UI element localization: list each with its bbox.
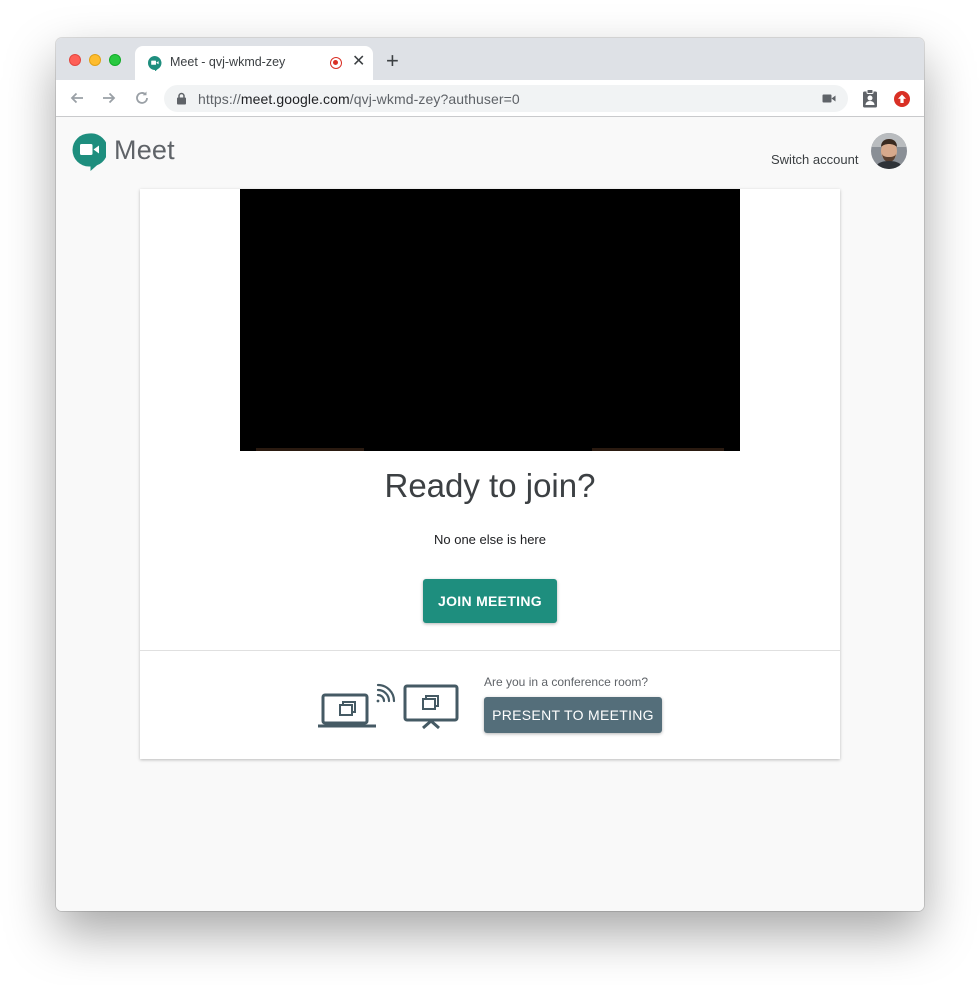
recording-dot-icon	[330, 57, 342, 69]
new-tab-button[interactable]: +	[386, 50, 399, 72]
url-text: https://meet.google.com/qvj-wkmd-zey?aut…	[198, 91, 520, 107]
tab-close-icon[interactable]: ✕	[352, 52, 365, 72]
camera-preview	[240, 189, 740, 451]
ready-heading: Ready to join?	[384, 467, 596, 504]
join-meeting-button[interactable]: JOIN MEETING	[423, 579, 557, 623]
browser-window: Meet - qvj-wkmd-zey ✕ + https://meet.goo…	[56, 38, 924, 911]
switch-account-link[interactable]: Switch account	[771, 152, 858, 167]
join-card: Ready to join? No one else is here JOIN …	[140, 189, 840, 759]
browser-toolbar: https://meet.google.com/qvj-wkmd-zey?aut…	[56, 80, 924, 117]
tab-title: Meet - qvj-wkmd-zey	[170, 55, 286, 69]
meet-favicon-icon	[148, 56, 162, 71]
preview-edge-detail	[592, 448, 724, 451]
conference-room-question: Are you in a conference room?	[484, 675, 649, 689]
participants-status: No one else is here	[433, 532, 546, 547]
forward-arrow-icon[interactable]	[100, 89, 118, 107]
red-upload-icon[interactable]	[894, 91, 910, 107]
meet-page: Meet Switch account Ready to join? No on…	[56, 117, 924, 911]
app-name: Meet	[114, 135, 175, 165]
window-close-button[interactable]	[69, 54, 81, 66]
browser-tab-meet[interactable]: Meet - qvj-wkmd-zey ✕	[135, 46, 373, 80]
section-divider	[140, 650, 840, 651]
meet-logo-icon	[72, 133, 106, 171]
window-minimize-button[interactable]	[89, 54, 101, 66]
url-host: meet.google.com	[240, 91, 350, 107]
reload-icon[interactable]	[133, 89, 151, 107]
window-maximize-button[interactable]	[109, 54, 121, 66]
lock-icon	[177, 92, 186, 105]
url-path: /qvj-wkmd-zey?authuser=0	[349, 91, 520, 107]
tab-strip: Meet - qvj-wkmd-zey ✕ +	[56, 38, 924, 80]
present-to-meeting-button[interactable]: PRESENT TO MEETING	[484, 697, 662, 733]
cast-to-room-illustration-icon	[318, 683, 459, 730]
url-scheme: https://	[198, 91, 241, 107]
camera-indicator-icon[interactable]	[822, 93, 836, 104]
contact-badge-icon[interactable]	[862, 89, 878, 108]
back-arrow-icon[interactable]	[68, 89, 86, 107]
address-bar[interactable]: https://meet.google.com/qvj-wkmd-zey?aut…	[164, 85, 848, 112]
user-avatar[interactable]	[871, 133, 907, 169]
preview-edge-detail	[256, 448, 364, 451]
